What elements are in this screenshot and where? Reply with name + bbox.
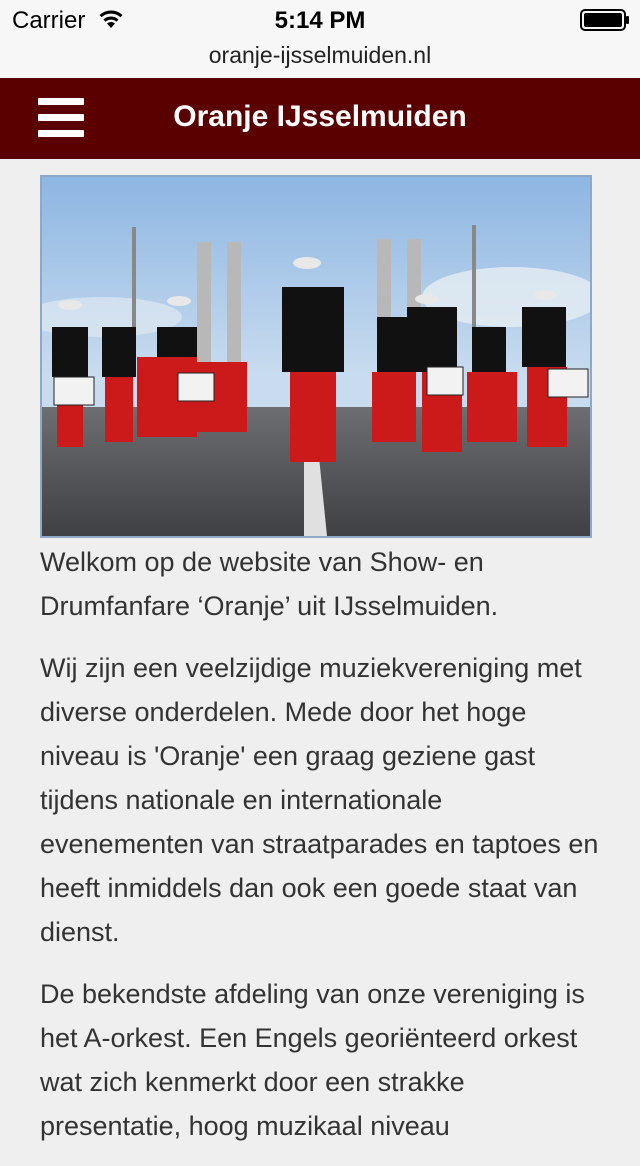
main-content: Welkom op de website van Show- en Drumfa…	[40, 540, 605, 1166]
url-text: oranje-ijsselmuiden.nl	[208, 42, 432, 68]
site-title: Oranje IJsselmuiden	[173, 100, 467, 133]
site-header: Oranje IJsselmuiden	[0, 78, 640, 159]
clock: 5:14 PM	[274, 7, 366, 34]
battery-icon	[580, 9, 629, 31]
status-bar: Carrier 5:14 PM	[0, 0, 640, 40]
intro-paragraph: Wij zijn een veelzijdige muziekverenigin…	[40, 653, 599, 947]
hero-image	[40, 175, 592, 538]
address-bar[interactable]: oranje-ijsselmuiden.nl	[0, 40, 640, 78]
welcome-paragraph: Welkom op de website van Show- en Drumfa…	[40, 547, 499, 621]
marching-band-photo	[42, 177, 590, 536]
orchestra-paragraph: De bekendste afdeling van onze verenigin…	[40, 979, 585, 1141]
